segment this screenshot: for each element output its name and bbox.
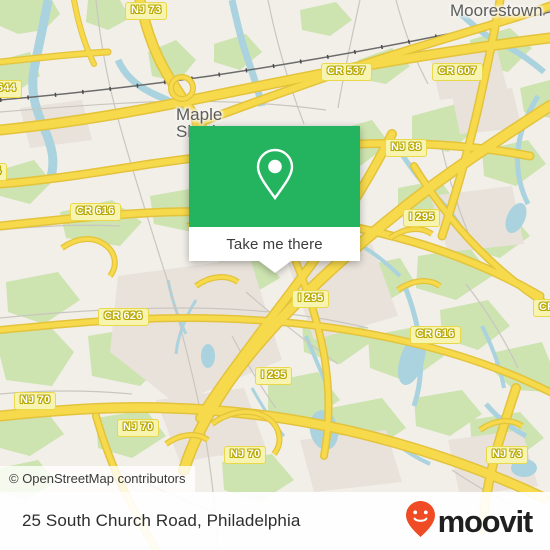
road-shield-i-295-center: I 295 xyxy=(292,290,330,308)
moovit-pin-icon xyxy=(405,500,436,543)
footer-bar: 25 South Church Road, Philadelphia moovi… xyxy=(0,492,550,550)
road-shield-nj-73-north: NJ 73 xyxy=(125,2,168,20)
road-shield-cr-616-west: CR 616 xyxy=(70,203,121,221)
road-shield-cr-626: CR 626 xyxy=(98,308,149,326)
road-shield-nj-73-south: NJ 73 xyxy=(486,446,529,464)
road-shield-nj-70-south: NJ 70 xyxy=(224,446,267,464)
road-shield-nj-70-center: NJ 70 xyxy=(117,419,160,437)
road-shield-cr-644: 644 xyxy=(0,80,22,98)
road-shield-cr-partial-right: CR xyxy=(533,299,550,317)
road-shield-cr-607: CR 607 xyxy=(432,63,483,81)
road-shield-i-295-south: I 295 xyxy=(255,367,293,385)
take-me-there-button[interactable]: Take me there xyxy=(189,227,360,261)
osm-attribution[interactable]: © OpenStreetMap contributors xyxy=(0,466,195,492)
road-shield-i-295-east: I 295 xyxy=(403,209,441,227)
place-label-moorestown: Moorestown xyxy=(450,1,543,20)
callout-tail-pointer xyxy=(258,261,291,273)
map-screenshot: NJ 73 CR 537 CR 607 644 NJ 38 4 CR 616 I 295 I 2… xyxy=(0,0,550,550)
address-label: 25 South Church Road, Philadelphia xyxy=(22,511,301,530)
callout-pin-panel xyxy=(189,126,360,227)
road-shield-cr-616-south: CR 616 xyxy=(410,326,461,344)
road-shield-nj-70-west: NJ 70 xyxy=(14,392,57,410)
moovit-wordmark: moovit xyxy=(437,503,534,539)
take-me-there-callout[interactable]: Take me there xyxy=(189,126,360,273)
moovit-logo[interactable]: moovit xyxy=(405,500,534,543)
take-me-there-label: Take me there xyxy=(226,235,323,253)
road-shield-cr-4-partial: 4 xyxy=(0,163,8,181)
road-shield-nj-38: NJ 38 xyxy=(385,139,428,157)
road-shield-cr-537: CR 537 xyxy=(321,63,372,81)
location-pin-icon xyxy=(255,147,295,206)
